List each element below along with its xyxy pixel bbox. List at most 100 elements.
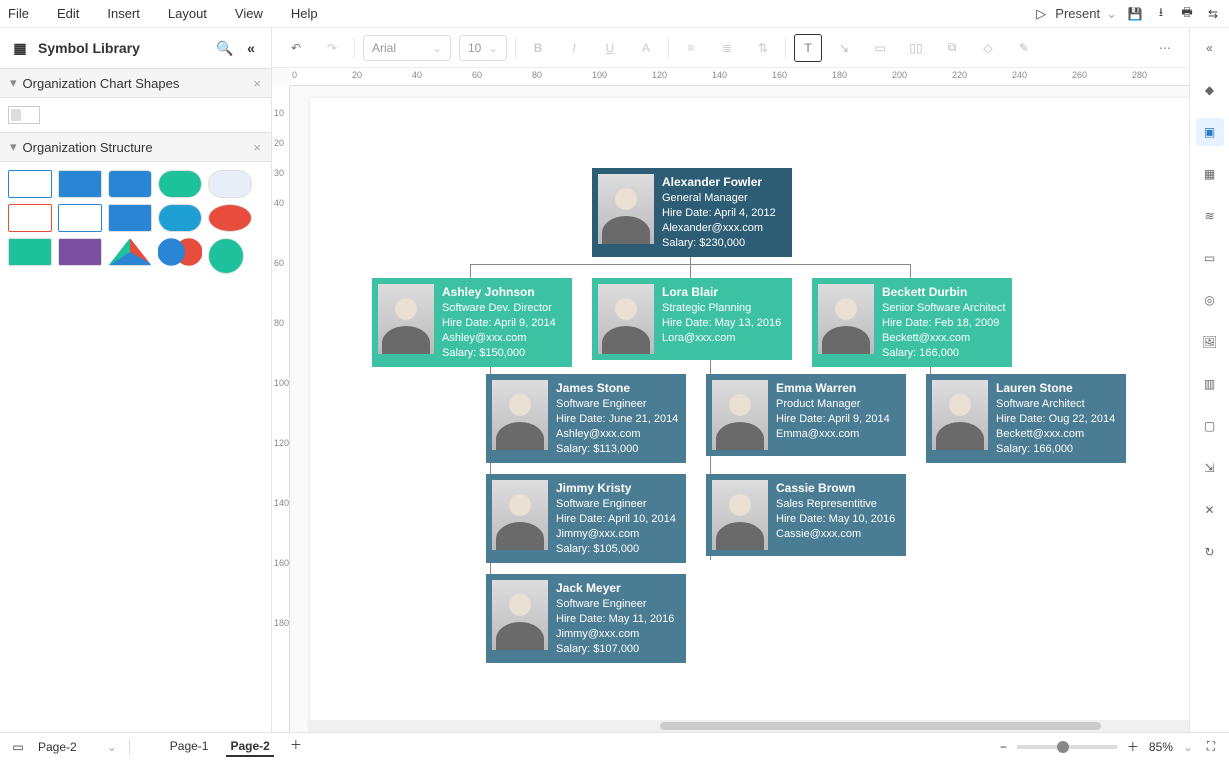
image-icon[interactable]: 🖼 [1196, 328, 1224, 356]
org-card[interactable]: Ashley Johnson Software Dev. Director Hi… [372, 278, 572, 367]
pen-button[interactable]: ✎ [1010, 34, 1038, 62]
menu-layout[interactable]: Layout [168, 6, 207, 21]
page-selector[interactable]: Page-2 [38, 740, 77, 754]
text-tool-button[interactable]: T [794, 34, 822, 62]
shape-thumb[interactable] [208, 204, 252, 232]
undo-button[interactable]: ↶ [282, 34, 310, 62]
group-button[interactable]: ⧉ [938, 34, 966, 62]
underline-button[interactable]: U [596, 34, 624, 62]
group-title: Organization Chart Shapes [23, 76, 254, 91]
expand-panel-icon[interactable]: « [1196, 34, 1224, 62]
card-name: James Stone [556, 380, 678, 396]
shape-thumb[interactable] [8, 204, 52, 232]
data-icon[interactable]: ◎ [1196, 286, 1224, 314]
shape-thumb[interactable] [208, 170, 252, 198]
download-icon[interactable]: ⭳ [1153, 6, 1169, 22]
format-icon[interactable]: ▣ [1196, 118, 1224, 146]
horizontal-scrollbar[interactable] [308, 720, 1189, 732]
org-card[interactable]: Jimmy Kristy Software Engineer Hire Date… [486, 474, 686, 563]
fullscreen-icon[interactable]: ⛶ [1203, 739, 1219, 755]
org-card[interactable]: Lora Blair Strategic Planning Hire Date:… [592, 278, 792, 360]
org-card[interactable]: Beckett Durbin Senior Software Architect… [812, 278, 1012, 367]
shape-thumb[interactable] [58, 238, 102, 266]
card-hire: Hire Date: Feb 18, 2009 [882, 316, 1006, 331]
apps-icon[interactable]: ▦ [1196, 160, 1224, 188]
history-icon[interactable]: ↻ [1196, 538, 1224, 566]
shape-thumb[interactable] [158, 204, 202, 232]
page-tab[interactable]: Page-2 [226, 737, 273, 757]
zoom-in-button[interactable]: ＋ [1127, 738, 1139, 755]
page-icon[interactable]: ▢ [1196, 412, 1224, 440]
formatting-toolbar: ↶ ↷ Arial ⌄ 10 ⌄ B I U A ≡ ≣ ⇅ T ↘ ▭ ▯▯ [272, 28, 1189, 68]
org-card-root[interactable]: Alexander Fowler General Manager Hire Da… [592, 168, 792, 257]
canvas[interactable]: Alexander Fowler General Manager Hire Da… [290, 86, 1189, 732]
shape-thumb[interactable] [58, 204, 102, 232]
card-name: Jimmy Kristy [556, 480, 676, 496]
italic-button[interactable]: I [560, 34, 588, 62]
export-icon[interactable]: ⇲ [1196, 454, 1224, 482]
print-icon[interactable]: 🖶 [1179, 6, 1195, 22]
menu-help[interactable]: Help [291, 6, 318, 21]
menu-insert[interactable]: Insert [107, 6, 140, 21]
text-color-button[interactable]: A [632, 34, 660, 62]
zoom-slider[interactable] [1017, 745, 1117, 749]
card-title: Product Manager [776, 397, 890, 412]
connector-button[interactable]: ↘ [830, 34, 858, 62]
close-icon[interactable]: × [253, 140, 261, 155]
menu-view[interactable]: View [235, 6, 263, 21]
card-name: Emma Warren [776, 380, 890, 396]
align-vertical-button[interactable]: ≣ [713, 34, 741, 62]
add-page-icon[interactable]: ＋ [288, 737, 304, 753]
theme-icon[interactable]: ◆ [1196, 76, 1224, 104]
line-spacing-button[interactable]: ⇅ [749, 34, 777, 62]
shuffle-icon[interactable]: ✕ [1196, 496, 1224, 524]
distribute-button[interactable]: ▯▯ [902, 34, 930, 62]
org-card[interactable]: Emma Warren Product Manager Hire Date: A… [706, 374, 906, 456]
shape-thumb[interactable] [108, 204, 152, 232]
menu-edit[interactable]: Edit [57, 6, 79, 21]
shape-thumb[interactable] [158, 238, 202, 266]
org-card[interactable]: Lauren Stone Software Architect Hire Dat… [926, 374, 1126, 463]
save-icon[interactable]: 💾 [1127, 6, 1143, 22]
page-tab[interactable]: Page-1 [166, 737, 213, 757]
fill-button[interactable]: ◇ [974, 34, 1002, 62]
org-card[interactable]: James Stone Software Engineer Hire Date:… [486, 374, 686, 463]
collapse-panel-icon[interactable]: « [243, 40, 259, 56]
shape-thumb[interactable] [8, 170, 52, 198]
zoom-level[interactable]: 85% [1149, 740, 1173, 754]
org-card[interactable]: Cassie Brown Sales Representitive Hire D… [706, 474, 906, 556]
menu-file[interactable]: File [8, 6, 29, 21]
group-org-chart-shapes[interactable]: ▾ Organization Chart Shapes × [0, 68, 271, 98]
card-hire: Hire Date: Oug 22, 2014 [996, 412, 1115, 427]
card-title: Senior Software Architect [882, 301, 1006, 316]
shape-thumb[interactable] [108, 170, 152, 198]
chevron-down-icon[interactable]: ⌄ [107, 740, 117, 754]
redo-button[interactable]: ↷ [318, 34, 346, 62]
bold-button[interactable]: B [524, 34, 552, 62]
slides-icon[interactable]: ▭ [1196, 244, 1224, 272]
shape-thumb[interactable] [58, 170, 102, 198]
shape-thumb[interactable] [8, 238, 52, 266]
chart-icon[interactable]: ▥ [1196, 370, 1224, 398]
zoom-out-button[interactable]: − [1000, 740, 1007, 754]
shape-thumb[interactable] [208, 238, 244, 274]
chevron-down-icon[interactable]: ⌄ [1183, 740, 1193, 754]
share-icon[interactable]: ⇆ [1205, 6, 1221, 22]
close-icon[interactable]: × [253, 76, 261, 91]
align-left-button[interactable]: ≡ [677, 34, 705, 62]
pages-icon[interactable]: ▭ [10, 739, 26, 755]
more-button[interactable]: ⋯ [1151, 34, 1179, 62]
shape-thumb[interactable] [108, 238, 152, 266]
org-card[interactable]: Jack Meyer Software Engineer Hire Date: … [486, 574, 686, 663]
font-size-selector[interactable]: 10 ⌄ [459, 35, 507, 61]
shape-thumb[interactable] [8, 106, 40, 124]
search-icon[interactable]: 🔍 [217, 40, 233, 56]
library-icon: ▦ [12, 40, 28, 56]
group-org-structure[interactable]: ▾ Organization Structure × [0, 132, 271, 162]
shape-thumb[interactable] [158, 170, 202, 198]
present-button[interactable]: ▷ Present ⌄ [1033, 6, 1117, 22]
layers-icon[interactable]: ≋ [1196, 202, 1224, 230]
page[interactable]: Alexander Fowler General Manager Hire Da… [310, 98, 1189, 732]
shape-outline-button[interactable]: ▭ [866, 34, 894, 62]
font-selector[interactable]: Arial ⌄ [363, 35, 451, 61]
